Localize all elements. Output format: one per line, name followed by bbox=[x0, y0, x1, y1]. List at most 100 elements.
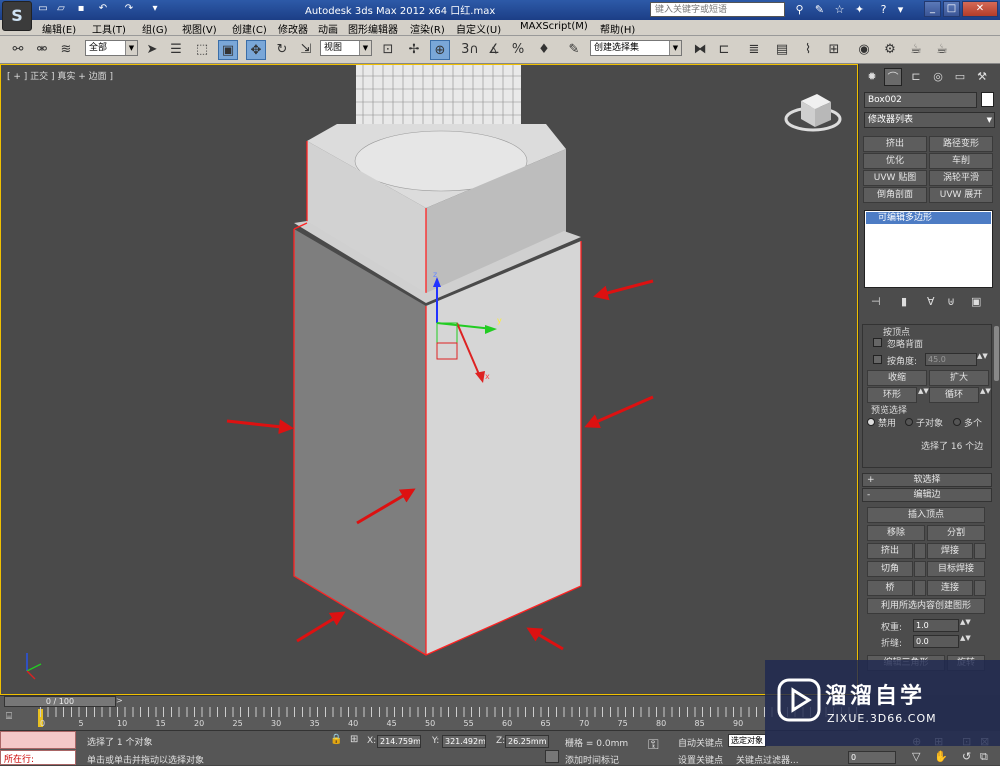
selection-filter-dropdown[interactable]: 全部 ▼ bbox=[85, 40, 138, 56]
ring-spinner-icon[interactable]: ▲▼ bbox=[918, 388, 929, 401]
preview-off-radio[interactable] bbox=[867, 418, 875, 426]
lock-selection-icon[interactable]: 🔒 bbox=[330, 734, 342, 745]
bridge-settings-button[interactable] bbox=[914, 580, 926, 596]
undo-icon[interactable]: ↶ bbox=[96, 2, 110, 16]
create-shape-button[interactable]: 利用所选内容创建图形 bbox=[867, 598, 985, 614]
loop-button[interactable]: 循环 bbox=[929, 387, 979, 403]
next-frame-icon[interactable]: > bbox=[116, 696, 123, 705]
chamfer-settings-button[interactable] bbox=[914, 561, 926, 577]
menu-edit[interactable]: 编辑(E) bbox=[42, 21, 76, 36]
target-weld-button[interactable]: 目标焊接 bbox=[927, 561, 985, 577]
align-icon[interactable]: ⊏ bbox=[714, 40, 734, 60]
favorites-icon[interactable]: ☆ bbox=[832, 2, 847, 17]
split-button[interactable]: 分割 bbox=[927, 525, 985, 541]
open-file-icon[interactable]: ▱ bbox=[54, 2, 68, 16]
create-tab-icon[interactable]: ✹ bbox=[863, 68, 881, 86]
rect-selection-icon[interactable]: ⬚ bbox=[192, 40, 212, 60]
add-time-tag-label[interactable]: 添加时间标记 bbox=[565, 753, 619, 766]
connect-settings-button[interactable] bbox=[974, 580, 986, 596]
keyboard-shortcut-icon[interactable]: ⊕ bbox=[430, 40, 450, 60]
set-key-label[interactable]: 设置关键点 bbox=[678, 753, 723, 766]
app-logo-icon[interactable]: S bbox=[2, 1, 32, 31]
preview-multi-radio[interactable] bbox=[953, 418, 961, 426]
schematic-view-icon[interactable]: ⊞ bbox=[824, 40, 844, 60]
grow-button[interactable]: 扩大 bbox=[929, 370, 989, 386]
y-coordinate-field[interactable]: 321.492mm bbox=[442, 735, 486, 748]
insert-vertex-button[interactable]: 插入顶点 bbox=[867, 507, 985, 523]
time-tag-icon[interactable] bbox=[545, 750, 559, 763]
pin-stack-icon[interactable]: ⊣ bbox=[871, 295, 881, 308]
orbit-icon[interactable]: ↺ bbox=[962, 750, 971, 763]
time-slider[interactable]: 0 / 100 > bbox=[0, 695, 858, 707]
spinner-arrows-icon[interactable]: ▲▼ bbox=[960, 619, 971, 632]
select-object-icon[interactable]: ➤ bbox=[142, 40, 162, 60]
make-unique-icon[interactable]: ∀ bbox=[927, 295, 935, 308]
select-manipulate-icon[interactable]: ✢ bbox=[404, 40, 424, 60]
menu-graph-editors[interactable]: 图形编辑器 bbox=[348, 21, 398, 36]
motion-tab-icon[interactable]: ◎ bbox=[929, 68, 947, 86]
key-mode-dropdown[interactable]: 选定对象 bbox=[728, 734, 766, 747]
modifier-unwrap-uvw-button[interactable]: UVW 展开 bbox=[929, 187, 993, 203]
modifier-list-dropdown[interactable]: 修改器列表 ▼ bbox=[864, 112, 995, 128]
minimize-button[interactable]: _ bbox=[924, 1, 941, 17]
mirror-icon[interactable]: ⧓ bbox=[690, 40, 710, 60]
edit-named-selection-icon[interactable]: ✎ bbox=[564, 40, 584, 60]
extrude-button[interactable]: 挤出 bbox=[867, 543, 913, 559]
loop-spinner-icon[interactable]: ▲▼ bbox=[980, 388, 991, 401]
object-name-field[interactable]: Box002 bbox=[864, 92, 977, 108]
angle-spinner[interactable]: 45.0 bbox=[925, 353, 977, 366]
remove-button[interactable]: 移除 bbox=[867, 525, 925, 541]
chamfer-button[interactable]: 切角 bbox=[867, 561, 913, 577]
soft-selection-rollout[interactable]: + 软选择 bbox=[862, 473, 992, 487]
menu-animation[interactable]: 动画 bbox=[318, 21, 338, 36]
star-icon[interactable]: ✦ bbox=[852, 2, 867, 17]
ring-button[interactable]: 环形 bbox=[867, 387, 917, 403]
object-color-swatch[interactable] bbox=[981, 92, 994, 107]
angle-snap-icon[interactable]: ∡ bbox=[484, 40, 504, 60]
connect-button[interactable]: 连接 bbox=[927, 580, 973, 596]
show-end-result-icon[interactable]: ▮ bbox=[901, 295, 907, 308]
render-production-icon[interactable]: ☕ bbox=[932, 40, 952, 60]
crease-spinner[interactable]: 0.0 bbox=[913, 635, 959, 648]
field-of-view-icon[interactable]: ▽ bbox=[912, 750, 920, 763]
save-icon[interactable]: ▪ bbox=[74, 2, 88, 16]
modifier-stack-item[interactable]: 可编辑多边形 bbox=[866, 212, 991, 224]
layer-manager-icon[interactable]: ≣ bbox=[744, 40, 764, 60]
configure-sets-icon[interactable]: ▣ bbox=[971, 295, 981, 308]
unlink-icon[interactable]: ⚮ bbox=[32, 40, 52, 60]
track-bar[interactable]: ⌸ 0 5 10 15 20 25 30 35 40 45 50 55 60 65 70 75 80 85 90 bbox=[0, 707, 858, 731]
shrink-button[interactable]: 收缩 bbox=[867, 370, 927, 386]
modifier-optimize-button[interactable]: 优化 bbox=[863, 153, 927, 169]
by-angle-checkbox[interactable] bbox=[873, 355, 882, 364]
maximize-button[interactable]: □ bbox=[943, 1, 960, 17]
render-frame-icon[interactable]: ☕ bbox=[906, 40, 926, 60]
move-icon[interactable]: ✥ bbox=[246, 40, 266, 60]
modifier-lathe-button[interactable]: 车削 bbox=[929, 153, 993, 169]
modifier-extrude-button[interactable]: 挤出 bbox=[863, 136, 927, 152]
menu-group[interactable]: 组(G) bbox=[142, 21, 168, 36]
panel-scrollbar[interactable] bbox=[994, 326, 999, 381]
maxscript-listener-mini[interactable] bbox=[0, 731, 76, 749]
ignore-backfacing-checkbox[interactable] bbox=[873, 338, 882, 347]
hierarchy-tab-icon[interactable]: ⊏ bbox=[907, 68, 925, 86]
link-icon[interactable]: ⚯ bbox=[8, 40, 28, 60]
maximize-viewport-icon[interactable]: ⧉ bbox=[980, 750, 988, 764]
bind-space-warp-icon[interactable]: ≋ bbox=[56, 40, 76, 60]
modifier-path-deform-button[interactable]: 路径变形 bbox=[929, 136, 993, 152]
key-icon[interactable]: ⚿ bbox=[648, 737, 659, 753]
time-slider-thumb[interactable]: 0 / 100 bbox=[4, 696, 116, 707]
quick-access-dropdown-icon[interactable]: ▾ bbox=[148, 2, 162, 16]
extrude-settings-button[interactable] bbox=[914, 543, 926, 559]
snaps-toggle-icon[interactable]: 3∩ bbox=[460, 40, 480, 60]
wrench-icon[interactable]: ✎ bbox=[812, 2, 827, 17]
reference-coord-dropdown[interactable]: 视图 ▼ bbox=[320, 40, 372, 56]
edit-edges-rollout[interactable]: - 编辑边 bbox=[862, 488, 992, 502]
perspective-viewport[interactable]: [ + ] 正交 ] 真实 + 边面 ] z y x bbox=[0, 64, 858, 695]
spinner-arrows-icon[interactable]: ▲▼ bbox=[960, 635, 971, 648]
named-selection-dropdown[interactable]: 创建选择集 ▼ bbox=[590, 40, 682, 56]
display-tab-icon[interactable]: ▭ bbox=[951, 68, 969, 86]
weight-spinner[interactable]: 1.0 bbox=[913, 619, 959, 632]
percent-snap-icon[interactable]: % bbox=[508, 40, 528, 60]
spinner-snap-icon[interactable]: ♦ bbox=[534, 40, 554, 60]
current-frame-field[interactable]: 0 bbox=[848, 751, 896, 764]
